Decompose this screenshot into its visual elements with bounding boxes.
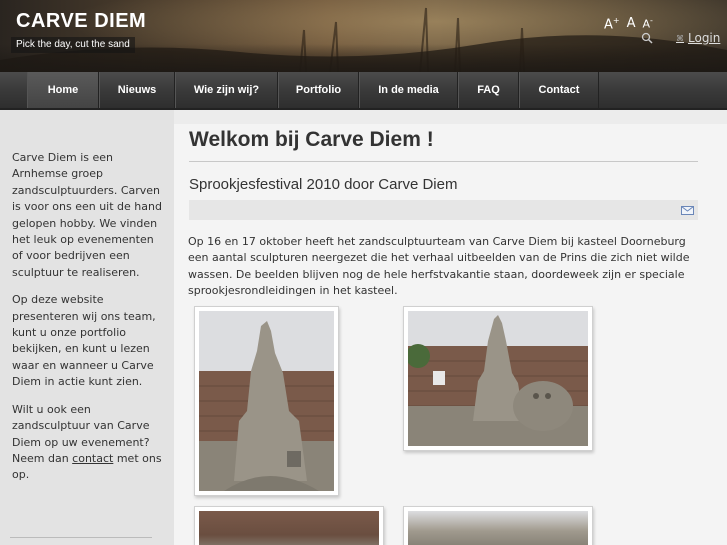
font-size-reset-button[interactable]: A: [627, 16, 636, 32]
site-header: CARVE DIEM Pick the day, cut the sand A+…: [0, 0, 727, 72]
nav-contact[interactable]: Contact: [519, 72, 599, 108]
sand-sculpture-image: [408, 311, 588, 446]
font-size-decrease-label: A: [642, 17, 651, 31]
login-label: Login: [688, 31, 721, 45]
nav-in-de-media[interactable]: In de media: [359, 72, 458, 108]
main-navigation: Home Nieuws Wie zijn wij? Portfolio In d…: [0, 72, 727, 110]
bullet-icon: ⌘: [676, 33, 684, 43]
photo-sand-castle-4[interactable]: [403, 506, 593, 545]
sidebar-intro: Carve Diem is een Arnhemse groep zandscu…: [12, 150, 162, 495]
article-toolbar: [189, 200, 698, 220]
font-size-increase-sup: +: [612, 16, 620, 25]
photo-image: [199, 311, 334, 491]
article-title[interactable]: Sprookjesfestival 2010 door Carve Diem: [189, 176, 457, 193]
article-body: Op 16 en 17 oktober heeft het zandsculpt…: [188, 235, 690, 298]
main-content: Welkom bij Carve Diem ! Sprookjesfestiva…: [174, 110, 727, 545]
photo-sand-castle-2[interactable]: [403, 306, 593, 451]
search-icon[interactable]: [641, 32, 653, 44]
site-title[interactable]: CARVE DIEM: [16, 10, 146, 33]
mail-icon[interactable]: [681, 206, 694, 215]
login-link[interactable]: ⌘ Login: [676, 31, 720, 45]
sidebar-divider: [10, 537, 152, 538]
font-size-decrease-sup: -: [650, 16, 653, 25]
nav-wie-zijn-wij[interactable]: Wie zijn wij?: [175, 72, 278, 108]
sand-castle-image: [199, 311, 334, 491]
sidebar-paragraph-2: Op deze website presenteren wij ons team…: [12, 293, 156, 389]
nav-faq[interactable]: FAQ: [458, 72, 519, 108]
nav-home[interactable]: Home: [27, 72, 99, 108]
photo-image: [408, 311, 588, 446]
photo-image: [408, 511, 588, 545]
nav-portfolio[interactable]: Portfolio: [278, 72, 359, 108]
photo-image: [199, 511, 379, 545]
site-tagline: Pick the day, cut the sand: [11, 37, 135, 53]
nav-nieuws[interactable]: Nieuws: [99, 72, 175, 108]
font-size-increase-label: A: [604, 17, 613, 33]
content-top-bar: [174, 110, 727, 124]
photo-sand-castle-3[interactable]: [194, 506, 384, 545]
font-size-increase-button[interactable]: A+: [604, 16, 620, 32]
font-size-decrease-button[interactable]: A-: [643, 16, 653, 32]
sidebar: Carve Diem is een Arnhemse groep zandscu…: [0, 110, 174, 545]
font-size-reset-label: A: [626, 16, 636, 31]
sidebar-paragraph-1: Carve Diem is een Arnhemse groep zandscu…: [12, 151, 162, 279]
page-title: Welkom bij Carve Diem !: [189, 128, 434, 151]
title-divider: [189, 161, 698, 162]
font-size-controls: A+ A A-: [604, 16, 653, 32]
contact-link[interactable]: contact: [72, 452, 113, 465]
sidebar-paragraph-3: Wilt u ook een zandsculptuur van Carve D…: [12, 402, 162, 484]
photo-sand-castle-1[interactable]: [194, 306, 339, 496]
